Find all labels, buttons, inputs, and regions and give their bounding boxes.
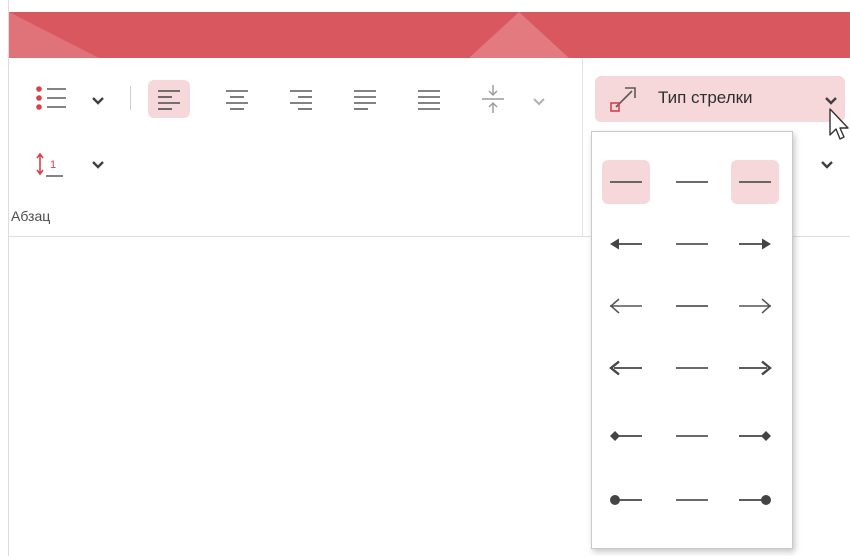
line-spacing-button[interactable]: 1	[30, 148, 70, 182]
arrow-triangle-right-icon	[739, 238, 771, 250]
chevron-down-icon	[92, 161, 104, 169]
line-plain-icon	[739, 181, 771, 183]
title-bar-decoration	[9, 12, 569, 58]
justify-button[interactable]	[344, 80, 386, 118]
arrow-start-diamond-option[interactable]	[602, 414, 650, 458]
vertical-align-button[interactable]	[472, 80, 514, 118]
arrow-triangle-left-icon	[610, 238, 642, 250]
chevron-down-icon	[825, 97, 837, 105]
window-edge	[0, 0, 9, 556]
line-plain-icon	[676, 243, 708, 245]
toolbar-separator	[130, 86, 131, 110]
bullet-list-button[interactable]	[32, 82, 70, 114]
line-style-option	[668, 222, 716, 266]
arrow-end-oval-option[interactable]	[731, 478, 779, 522]
pointer-cursor-icon	[829, 108, 849, 140]
line-plain-icon	[610, 181, 642, 183]
bullet-list-dropdown-button[interactable]	[91, 93, 105, 111]
align-center-button[interactable]	[216, 80, 258, 118]
line-plain-icon	[676, 499, 708, 501]
chevron-down-icon	[92, 97, 104, 105]
align-center-icon	[226, 90, 248, 110]
align-right-button[interactable]	[280, 80, 322, 118]
arrow-stealth-right-icon	[739, 360, 772, 376]
ribbon-group-separator	[582, 58, 583, 236]
arrow-start-stealth-option[interactable]	[602, 346, 650, 390]
line-style-option	[668, 478, 716, 522]
bullet-list-icon	[36, 86, 66, 110]
arrow-open-right-icon	[739, 298, 772, 314]
arrow-type-label: Тип стрелки	[658, 88, 753, 107]
line-style-option	[668, 160, 716, 204]
distributed-button[interactable]	[408, 80, 450, 118]
arrow-diamond-left-icon	[610, 431, 642, 441]
title-bar	[9, 12, 850, 58]
arrow-type-icon	[610, 87, 636, 112]
align-right-icon	[290, 90, 312, 110]
arrow-start-triangle-option[interactable]	[602, 222, 650, 266]
arrow-end-none-option[interactable]	[731, 160, 779, 204]
arrow-diamond-right-icon	[739, 431, 771, 441]
arrow-end-open-option[interactable]	[731, 284, 779, 328]
line-spacing-icon: 1	[36, 152, 63, 177]
line-plain-icon	[676, 181, 708, 183]
arrow-start-open-option[interactable]	[602, 284, 650, 328]
chevron-down-icon	[821, 161, 833, 169]
align-left-icon	[158, 90, 180, 110]
arrow-oval-left-icon	[610, 495, 642, 505]
second-row-dropdown-button[interactable]	[820, 157, 834, 175]
paragraph-group-label: Абзац	[11, 208, 51, 224]
align-left-button[interactable]	[148, 80, 190, 118]
arrow-start-none-option[interactable]	[602, 160, 650, 204]
mouse-cursor	[828, 108, 850, 149]
line-style-option	[668, 346, 716, 390]
svg-text:1: 1	[50, 159, 56, 171]
chevron-down-icon	[533, 98, 545, 106]
arrow-end-stealth-option[interactable]	[731, 346, 779, 390]
distributed-icon	[418, 90, 440, 110]
vertical-align-icon	[482, 85, 504, 113]
arrow-start-oval-option[interactable]	[602, 478, 650, 522]
line-plain-icon	[676, 435, 708, 437]
vertical-align-dropdown-button[interactable]	[532, 94, 546, 112]
line-plain-icon	[676, 305, 708, 307]
arrow-open-left-icon	[609, 298, 642, 314]
line-plain-icon	[676, 367, 708, 369]
arrow-type-icon-wrap	[606, 82, 642, 116]
line-style-option	[668, 284, 716, 328]
justify-icon	[354, 90, 376, 110]
arrow-end-triangle-option[interactable]	[731, 222, 779, 266]
line-spacing-dropdown-button[interactable]	[91, 157, 105, 175]
line-style-option	[668, 414, 716, 458]
arrow-stealth-left-icon	[609, 360, 642, 376]
arrow-type-dropdown	[591, 131, 793, 549]
arrow-oval-right-icon	[739, 495, 771, 505]
arrow-end-diamond-option[interactable]	[731, 414, 779, 458]
